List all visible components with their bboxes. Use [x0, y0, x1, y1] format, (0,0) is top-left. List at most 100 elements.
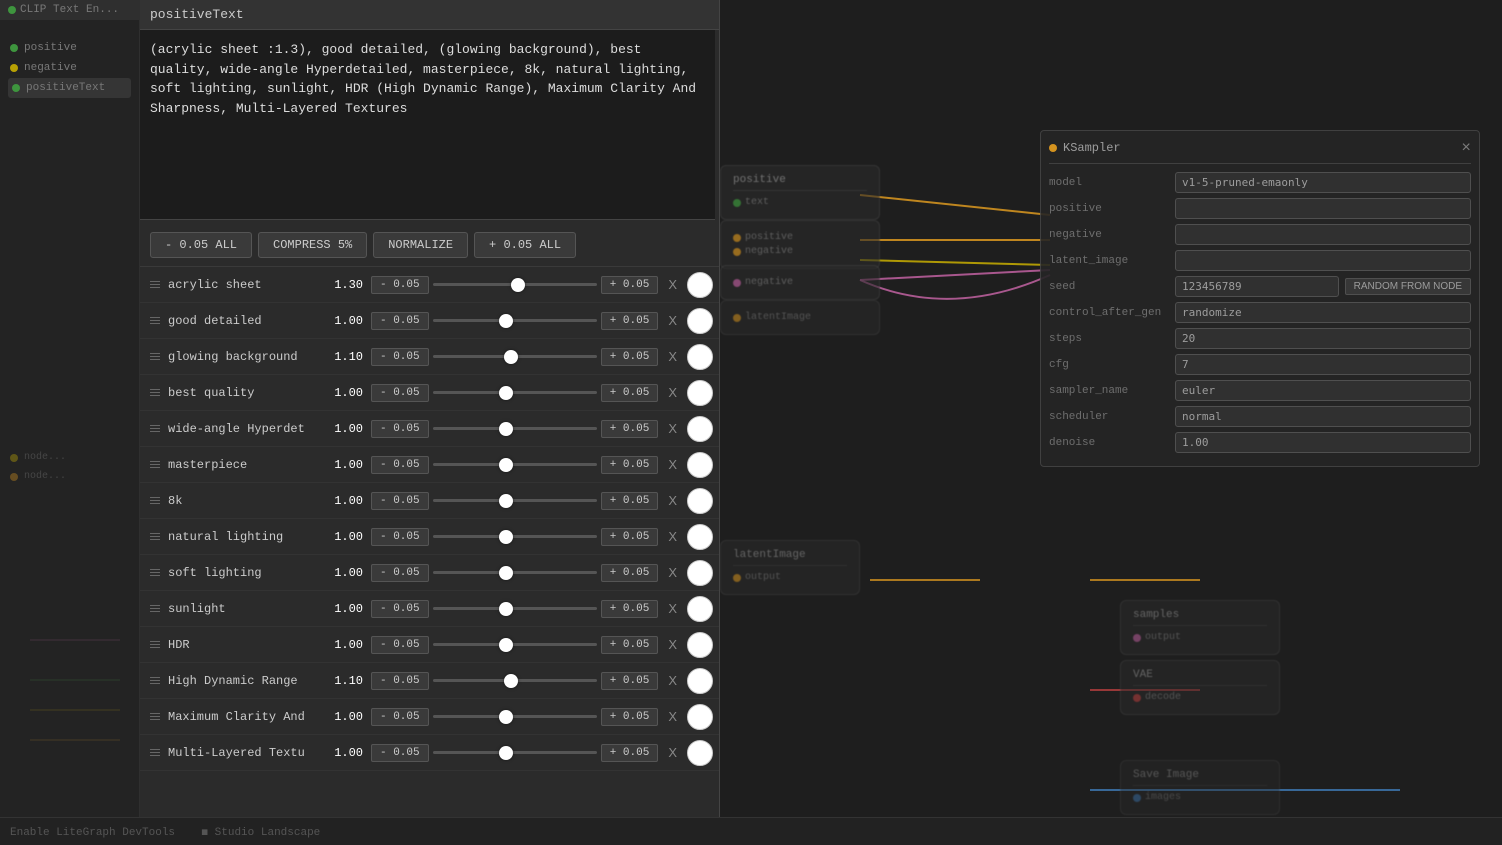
drag-handle[interactable]: [146, 425, 164, 432]
circle-button[interactable]: [687, 524, 713, 550]
slider-thumb[interactable]: [499, 602, 513, 616]
circle-button[interactable]: [687, 704, 713, 730]
minus-button[interactable]: - 0.05: [371, 348, 429, 366]
slider-thumb[interactable]: [499, 710, 513, 724]
plus-button[interactable]: + 0.05: [601, 492, 659, 510]
slider-container[interactable]: [433, 311, 597, 331]
minus-button[interactable]: - 0.05: [371, 600, 429, 618]
drag-handle[interactable]: [146, 605, 164, 612]
rp-field-input[interactable]: [1175, 432, 1471, 453]
slider-thumb[interactable]: [499, 746, 513, 760]
minus-button[interactable]: - 0.05: [371, 564, 429, 582]
slider-thumb[interactable]: [511, 278, 525, 292]
x-button[interactable]: X: [662, 707, 683, 726]
slider-container[interactable]: [433, 419, 597, 439]
minus-button[interactable]: - 0.05: [371, 492, 429, 510]
minus-button[interactable]: - 0.05: [371, 456, 429, 474]
minus-button[interactable]: - 0.05: [371, 708, 429, 726]
slider-container[interactable]: [433, 743, 597, 763]
rp-field-input[interactable]: [1175, 276, 1339, 297]
slider-container[interactable]: [433, 527, 597, 547]
circle-button[interactable]: [687, 272, 713, 298]
slider-thumb[interactable]: [504, 674, 518, 688]
rp-field-input[interactable]: [1175, 354, 1471, 375]
x-button[interactable]: X: [662, 455, 683, 474]
plus-button[interactable]: + 0.05: [601, 276, 659, 294]
circle-button[interactable]: [687, 380, 713, 406]
rp-field-input[interactable]: [1175, 328, 1471, 349]
rp-extra-btn[interactable]: RANDOM FROM NODE: [1345, 278, 1471, 295]
x-button[interactable]: X: [662, 527, 683, 546]
drag-handle[interactable]: [146, 281, 164, 288]
slider-thumb[interactable]: [504, 350, 518, 364]
drag-handle[interactable]: [146, 713, 164, 720]
slider-thumb[interactable]: [499, 530, 513, 544]
x-button[interactable]: X: [662, 347, 683, 366]
x-button[interactable]: X: [662, 419, 683, 438]
slider-container[interactable]: [433, 383, 597, 403]
slider-thumb[interactable]: [499, 458, 513, 472]
slider-thumb[interactable]: [499, 422, 513, 436]
slider-container[interactable]: [433, 563, 597, 583]
x-button[interactable]: X: [662, 383, 683, 402]
x-button[interactable]: X: [662, 635, 683, 654]
circle-button[interactable]: [687, 668, 713, 694]
drag-handle[interactable]: [146, 677, 164, 684]
rp-field-input[interactable]: [1175, 380, 1471, 401]
plus-button[interactable]: + 0.05: [601, 708, 659, 726]
slider-container[interactable]: [433, 491, 597, 511]
rp-field-input[interactable]: [1175, 250, 1471, 271]
minus-button[interactable]: - 0.05: [371, 276, 429, 294]
plus-button[interactable]: + 0.05: [601, 384, 659, 402]
plus-button[interactable]: + 0.05: [601, 600, 659, 618]
slider-container[interactable]: [433, 707, 597, 727]
drag-handle[interactable]: [146, 749, 164, 756]
circle-button[interactable]: [687, 488, 713, 514]
slider-container[interactable]: [433, 275, 597, 295]
plus-button[interactable]: + 0.05: [601, 636, 659, 654]
x-button[interactable]: X: [662, 743, 683, 762]
plus-button[interactable]: + 0.05: [601, 456, 659, 474]
drag-handle[interactable]: [146, 317, 164, 324]
sidebar-item-positive[interactable]: positive: [8, 38, 131, 58]
slider-thumb[interactable]: [499, 566, 513, 580]
rp-field-input[interactable]: [1175, 198, 1471, 219]
x-button[interactable]: X: [662, 563, 683, 582]
plus-button[interactable]: + 0.05: [601, 312, 659, 330]
drag-handle[interactable]: [146, 497, 164, 504]
drag-handle[interactable]: [146, 389, 164, 396]
rp-field-input[interactable]: [1175, 406, 1471, 427]
minus-button[interactable]: - 0.05: [371, 636, 429, 654]
circle-button[interactable]: [687, 416, 713, 442]
rp-field-input[interactable]: [1175, 172, 1471, 193]
rp-field-input[interactable]: [1175, 224, 1471, 245]
minus-button[interactable]: - 0.05: [371, 528, 429, 546]
minus-button[interactable]: - 0.05: [371, 312, 429, 330]
slider-container[interactable]: [433, 671, 597, 691]
plus-all-button[interactable]: + 0.05 ALL: [474, 232, 576, 258]
slider-thumb[interactable]: [499, 494, 513, 508]
minus-button[interactable]: - 0.05: [371, 672, 429, 690]
circle-button[interactable]: [687, 632, 713, 658]
drag-handle[interactable]: [146, 641, 164, 648]
plus-button[interactable]: + 0.05: [601, 672, 659, 690]
slider-container[interactable]: [433, 347, 597, 367]
circle-button[interactable]: [687, 452, 713, 478]
prompt-textarea[interactable]: [140, 30, 715, 220]
x-button[interactable]: X: [662, 599, 683, 618]
plus-button[interactable]: + 0.05: [601, 348, 659, 366]
drag-handle[interactable]: [146, 461, 164, 468]
plus-button[interactable]: + 0.05: [601, 420, 659, 438]
x-button[interactable]: X: [662, 275, 683, 294]
rp-field-input[interactable]: [1175, 302, 1471, 323]
plus-button[interactable]: + 0.05: [601, 528, 659, 546]
minus-button[interactable]: - 0.05: [371, 744, 429, 762]
slider-container[interactable]: [433, 635, 597, 655]
slider-thumb[interactable]: [499, 386, 513, 400]
sidebar-item-positivetext[interactable]: positiveText: [8, 78, 131, 98]
drag-handle[interactable]: [146, 353, 164, 360]
x-button[interactable]: X: [662, 311, 683, 330]
slider-thumb[interactable]: [499, 314, 513, 328]
normalize-button[interactable]: NORMALIZE: [373, 232, 468, 258]
circle-button[interactable]: [687, 560, 713, 586]
